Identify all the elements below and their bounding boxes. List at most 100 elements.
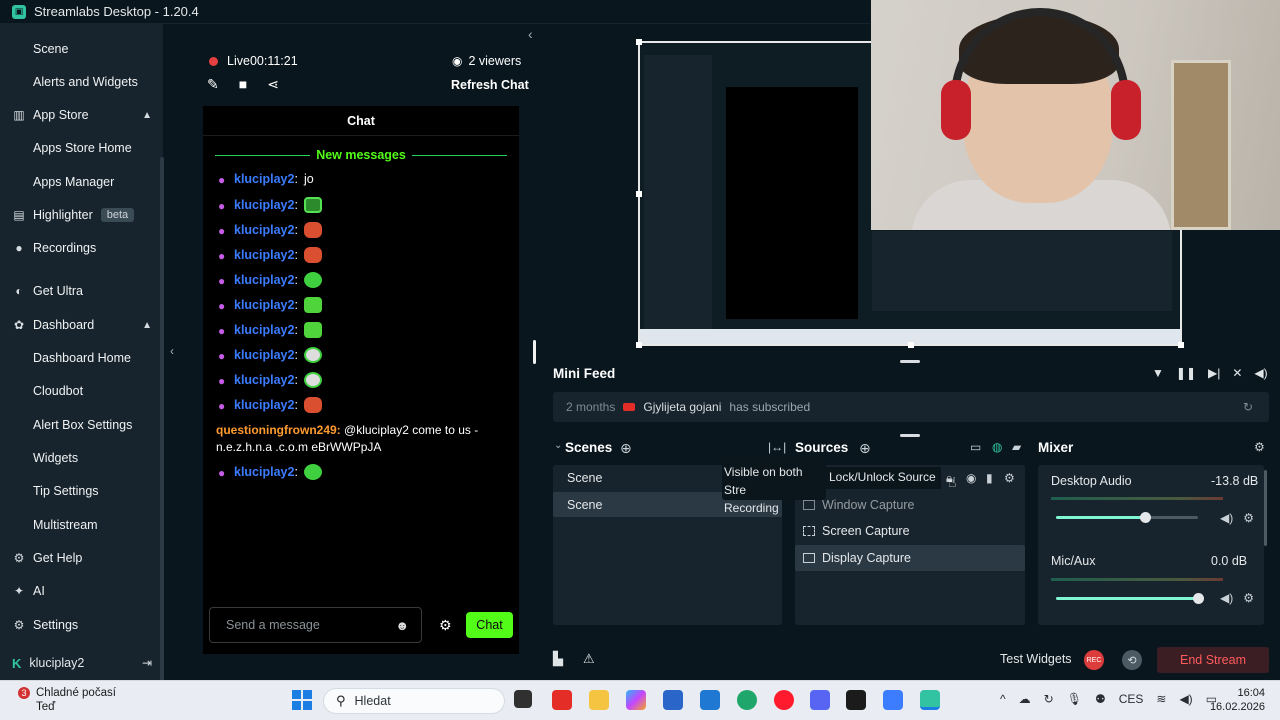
gear-icon[interactable]: ⚙	[1243, 511, 1254, 525]
emoji-icon[interactable]: ☻	[395, 618, 409, 633]
performance-stats-icon[interactable]: ▙	[553, 651, 563, 667]
mixer-scrollbar[interactable]	[1264, 470, 1267, 546]
gear-icon[interactable]: ⚙	[1004, 471, 1015, 485]
chat-username[interactable]: kluciplay2	[234, 273, 294, 287]
drag-handle[interactable]	[900, 434, 920, 437]
chat-message-input[interactable]: Send a message ☻	[209, 607, 422, 643]
chat-username[interactable]: kluciplay2	[234, 348, 294, 362]
add-source-icon[interactable]: ⊕	[859, 440, 871, 457]
chat-username[interactable]: kluciplay2	[234, 223, 294, 237]
source-item-display-capture[interactable]: Display Capture	[803, 551, 911, 565]
end-stream-button[interactable]: End Stream	[1157, 647, 1269, 673]
pause-icon[interactable]: ❚❚	[1176, 366, 1196, 380]
roblox-icon[interactable]	[883, 690, 903, 710]
speaker-icon[interactable]: ◀)	[1220, 591, 1233, 605]
chat-username[interactable]: kluciplay2	[234, 172, 294, 186]
resize-handle[interactable]	[636, 191, 642, 197]
edit-icon[interactable]: ✎	[207, 76, 219, 93]
test-widgets-button[interactable]: Test Widgets	[1000, 652, 1072, 666]
sidebar-item-ai[interactable]: ✦ AI	[0, 576, 160, 606]
trash-icon[interactable]: ▮	[986, 471, 993, 485]
source-toolbar-icon[interactable]: ▭	[970, 440, 981, 454]
scene-item[interactable]: Scene	[567, 498, 602, 512]
sidebar-item-get-ultra[interactable]: ◐ Get Ultra	[0, 276, 160, 306]
chat-username[interactable]: kluciplay2	[234, 323, 294, 337]
camera-icon[interactable]: ■	[239, 76, 247, 93]
weather-widget[interactable]: 3 Chladné počasí Teď	[18, 686, 116, 714]
outlook-icon[interactable]	[700, 690, 720, 710]
sidebar-item-settings[interactable]: ⚙ Settings	[0, 610, 160, 640]
sidebar-item-dashboard[interactable]: ✿ Dashboard ▲	[0, 310, 160, 340]
user-profile[interactable]: K kluciplay2 ⇥	[0, 650, 160, 676]
chat-settings-gear-icon[interactable]: ⚙	[439, 617, 452, 634]
discord-icon[interactable]	[810, 690, 830, 710]
volume-slider-knob[interactable]	[1193, 593, 1204, 604]
drag-handle[interactable]	[900, 360, 920, 363]
sidebar-item-alert-box-settings[interactable]: Alert Box Settings	[0, 410, 160, 440]
store-app-icon[interactable]	[663, 690, 683, 710]
logout-icon[interactable]: ⇥	[142, 656, 152, 670]
source-item-window-capture[interactable]: Window Capture	[803, 498, 914, 512]
file-explorer-icon[interactable]	[589, 690, 609, 710]
sidebar-item-highlighter[interactable]: ▤ Highlighter beta	[0, 200, 160, 230]
sidebar-item-apps-manager[interactable]: Apps Manager	[0, 167, 160, 197]
filter-icon[interactable]: ▼	[1152, 366, 1164, 380]
sidebar-item-apps-store-home[interactable]: Apps Store Home	[0, 133, 160, 163]
share-icon[interactable]: ⋖	[267, 76, 279, 93]
sidebar-scrollbar[interactable]	[160, 157, 164, 687]
taskbar-search-input[interactable]: ⚲ Hledat	[323, 688, 505, 714]
selective-recording-icon[interactable]: ◍	[992, 440, 1002, 454]
resize-handle[interactable]	[908, 342, 914, 348]
resize-handle[interactable]	[636, 39, 642, 45]
speaker-icon[interactable]: ◀)	[1220, 511, 1233, 525]
sidebar-item-app-store[interactable]: ▥ App Store ▲	[0, 100, 160, 130]
record-button[interactable]: REC	[1084, 650, 1104, 670]
streamlabs-app-icon[interactable]	[920, 690, 940, 710]
sidebar-item-multistream[interactable]: Multistream	[0, 510, 160, 540]
sidebar-item-scene[interactable]: Scene	[0, 34, 160, 64]
collapse-left-icon[interactable]: ‹	[170, 344, 174, 358]
chat-username[interactable]: kluciplay2	[234, 198, 294, 212]
resize-handle[interactable]	[1178, 342, 1184, 348]
system-clock[interactable]: 16:04 16.02.2026	[1207, 686, 1265, 714]
sidebar-item-get-help[interactable]: ⚙ Get Help	[0, 543, 160, 573]
scene-transition-icon[interactable]: |↔|	[768, 440, 786, 454]
sidebar-item-alerts-and-widgets[interactable]: Alerts and Widgets	[0, 67, 160, 97]
cloud-icon[interactable]: ☁	[1019, 692, 1031, 706]
skip-icon[interactable]: ▶|	[1208, 366, 1220, 380]
chat-resize-handle[interactable]	[533, 340, 536, 364]
chat-send-button[interactable]: Chat	[466, 612, 513, 638]
opera-icon[interactable]	[774, 690, 794, 710]
mixer-settings-gear-icon[interactable]: ⚙	[1254, 440, 1265, 454]
sync-icon[interactable]: ↻	[1044, 692, 1054, 706]
volume-icon[interactable]: ◀)	[1254, 366, 1267, 380]
task-view-icon[interactable]	[514, 690, 532, 708]
repeat-alert-icon[interactable]: ↻	[1243, 400, 1253, 414]
edge-icon[interactable]	[737, 690, 757, 710]
mute-alerts-icon[interactable]: ✕	[1232, 366, 1242, 380]
youtube-app-icon[interactable]	[552, 690, 572, 710]
folder-icon[interactable]: ▰	[1012, 440, 1021, 454]
volume-icon[interactable]: ◀)	[1179, 692, 1192, 706]
sidebar-item-dashboard-home[interactable]: Dashboard Home	[0, 343, 160, 373]
collapse-chat-icon[interactable]: ‹	[528, 26, 533, 42]
add-scene-icon[interactable]: ⊕	[620, 440, 632, 457]
windows-start-icon[interactable]	[292, 690, 312, 710]
chat-username[interactable]: kluciplay2	[234, 248, 294, 262]
sidebar-item-cloudbot[interactable]: Cloudbot	[0, 376, 160, 406]
chat-username[interactable]: kluciplay2	[234, 398, 294, 412]
capcut-icon[interactable]	[846, 690, 866, 710]
sidebar-item-widgets[interactable]: Widgets	[0, 443, 160, 473]
chat-username[interactable]: kluciplay2	[234, 298, 294, 312]
chat-username[interactable]: kluciplay2	[234, 373, 294, 387]
scene-item[interactable]: Scene	[567, 471, 602, 485]
chat-username[interactable]: kluciplay2	[234, 465, 294, 479]
chevron-down-icon[interactable]: ⌄	[554, 440, 562, 451]
resize-handle[interactable]	[636, 342, 642, 348]
sidebar-item-recordings[interactable]: ● Recordings	[0, 233, 160, 263]
language-indicator[interactable]: CES	[1119, 692, 1144, 706]
people-icon[interactable]: ⚉	[1095, 692, 1106, 706]
replay-buffer-icon[interactable]: ⟲	[1122, 650, 1142, 670]
eye-icon[interactable]: ◉	[966, 471, 976, 485]
gear-icon[interactable]: ⚙	[1243, 591, 1254, 605]
